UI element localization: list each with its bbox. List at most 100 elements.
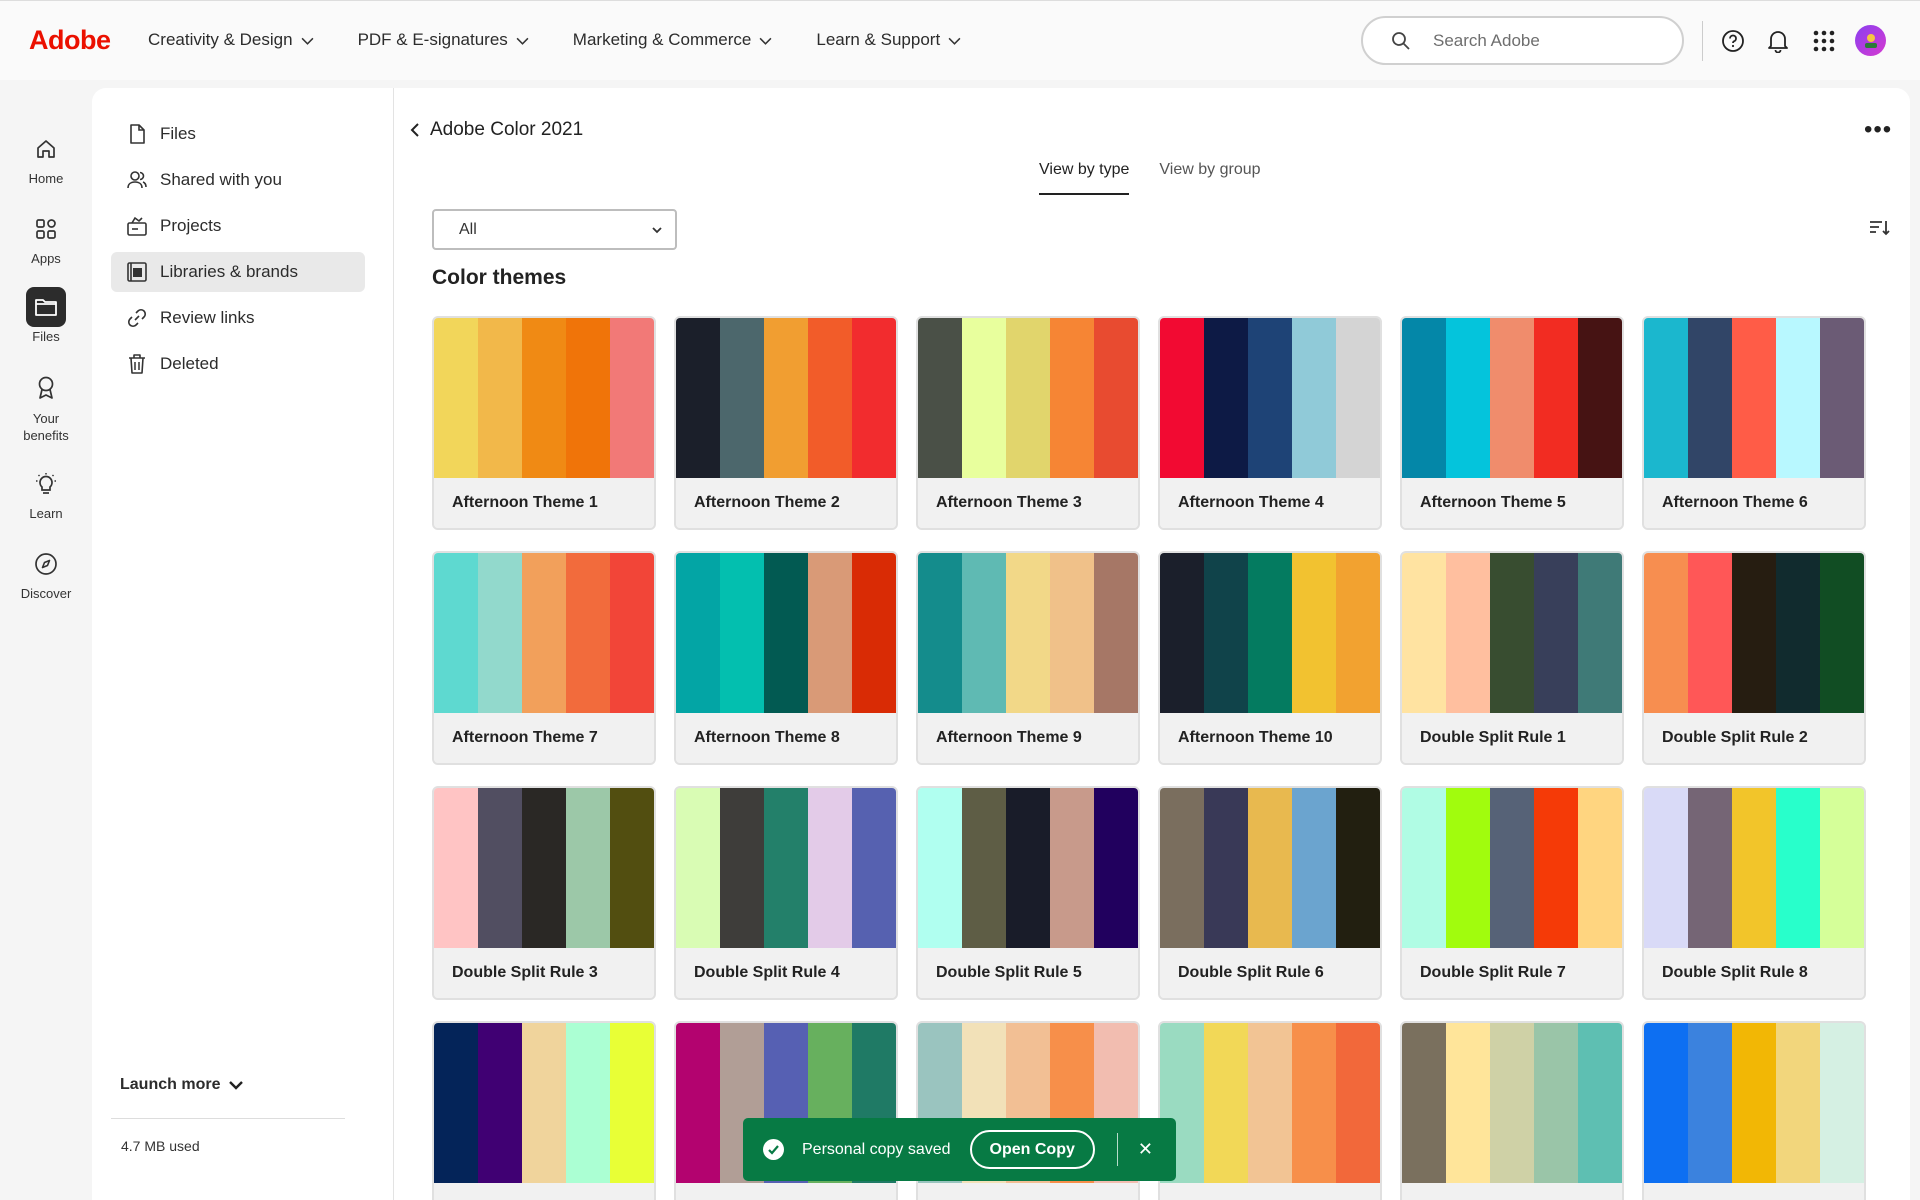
app-grid-icon[interactable] — [1811, 28, 1837, 54]
avatar[interactable] — [1855, 25, 1886, 56]
help-icon[interactable] — [1720, 28, 1746, 54]
rail-files[interactable]: Files — [0, 287, 92, 344]
theme-card[interactable]: Double Split Rule 7 — [1400, 786, 1624, 1000]
color-swatch — [1402, 553, 1446, 713]
color-swatch — [676, 318, 720, 478]
theme-name: Afternoon Theme 8 — [676, 713, 896, 763]
close-icon[interactable]: ✕ — [1138, 1139, 1153, 1160]
color-swatch — [1820, 788, 1864, 948]
theme-name: Afternoon Theme 2 — [676, 478, 896, 528]
open-copy-button[interactable]: Open Copy — [969, 1130, 1095, 1169]
theme-name: Double Split Rule 6 — [1160, 948, 1380, 998]
rail-learn[interactable]: Learn — [0, 464, 92, 521]
sidebar-item-files[interactable]: Files — [111, 114, 365, 154]
color-swatch — [1292, 1023, 1336, 1183]
nav-label: Marketing & Commerce — [572, 30, 752, 49]
theme-swatches — [1160, 788, 1380, 948]
color-swatch — [808, 553, 852, 713]
more-options-icon[interactable]: ••• — [1864, 116, 1892, 144]
theme-card[interactable]: Afternoon Theme 8 — [674, 551, 898, 765]
color-swatch — [1490, 788, 1534, 948]
theme-card[interactable] — [1642, 1021, 1866, 1200]
search-input[interactable] — [1433, 30, 1653, 51]
launch-more-button[interactable]: Launch more — [120, 1076, 244, 1094]
sidebar-item-review-links[interactable]: Review links — [111, 298, 365, 338]
rail-apps[interactable]: Apps — [0, 209, 92, 266]
theme-swatches — [434, 318, 654, 478]
color-swatch — [522, 788, 566, 948]
theme-swatches — [434, 788, 654, 948]
chevron-down-icon — [229, 1081, 244, 1090]
theme-card[interactable] — [1400, 1021, 1624, 1200]
sidebar-item-libraries[interactable]: Libraries & brands — [111, 252, 365, 292]
filter-dropdown[interactable]: All — [432, 209, 677, 250]
theme-card[interactable]: Afternoon Theme 4 — [1158, 316, 1382, 530]
color-swatch — [522, 318, 566, 478]
sidebar-item-shared[interactable]: Shared with you — [111, 160, 365, 200]
color-swatch — [676, 553, 720, 713]
color-swatch — [720, 553, 764, 713]
theme-card[interactable]: Afternoon Theme 10 — [1158, 551, 1382, 765]
nav-learn-support[interactable]: Learn & Support — [816, 30, 961, 50]
theme-card[interactable]: Afternoon Theme 2 — [674, 316, 898, 530]
color-swatch — [962, 788, 1006, 948]
color-swatch — [852, 553, 896, 713]
rail-label: Home — [28, 171, 64, 186]
file-icon — [130, 124, 145, 144]
color-swatch — [1534, 318, 1578, 478]
bell-icon[interactable] — [1765, 28, 1791, 54]
theme-card[interactable]: Afternoon Theme 3 — [916, 316, 1140, 530]
tab-view-by-type[interactable]: View by type — [1039, 161, 1130, 195]
theme-card[interactable] — [432, 1021, 656, 1200]
color-swatch — [764, 788, 808, 948]
theme-card[interactable]: Double Split Rule 4 — [674, 786, 898, 1000]
theme-name: Double Split Rule 4 — [676, 948, 896, 998]
theme-name: Afternoon Theme 9 — [918, 713, 1138, 763]
nav-marketing-commerce[interactable]: Marketing & Commerce — [573, 30, 773, 50]
main-menu: Creativity & Design PDF & E-signatures M… — [148, 30, 961, 50]
color-swatch — [1336, 318, 1380, 478]
nav-creativity-design[interactable]: Creativity & Design — [148, 30, 314, 50]
theme-card[interactable]: Double Split Rule 6 — [1158, 786, 1382, 1000]
color-swatch — [1644, 318, 1688, 478]
color-swatch — [1490, 318, 1534, 478]
color-swatch — [1732, 788, 1776, 948]
rail-home[interactable]: Home — [0, 129, 92, 186]
theme-card[interactable]: Afternoon Theme 9 — [916, 551, 1140, 765]
theme-card[interactable]: Afternoon Theme 7 — [432, 551, 656, 765]
theme-name — [1160, 1183, 1380, 1200]
color-swatch — [1820, 553, 1864, 713]
theme-card[interactable]: Afternoon Theme 1 — [432, 316, 656, 530]
theme-card[interactable]: Afternoon Theme 6 — [1642, 316, 1866, 530]
sidebar-item-label: Libraries & brands — [160, 262, 298, 281]
theme-card[interactable]: Afternoon Theme 5 — [1400, 316, 1624, 530]
toast-notification: Personal copy saved Open Copy ✕ — [743, 1118, 1176, 1181]
sidebar-item-deleted[interactable]: Deleted — [111, 344, 365, 384]
theme-card[interactable]: Double Split Rule 5 — [916, 786, 1140, 1000]
breadcrumb[interactable]: Adobe Color 2021 — [410, 119, 583, 141]
search-box[interactable] — [1361, 16, 1684, 65]
folder-icon — [26, 287, 66, 327]
sidebar-item-projects[interactable]: Projects — [111, 206, 365, 246]
color-swatch — [1688, 1023, 1732, 1183]
color-swatch — [1578, 553, 1622, 713]
rail-discover[interactable]: Discover — [0, 544, 92, 601]
files-sidebar: Files Shared with you Projects Libraries… — [92, 88, 394, 1200]
theme-card[interactable]: Double Split Rule 2 — [1642, 551, 1866, 765]
nav-pdf-esignatures[interactable]: PDF & E-signatures — [358, 30, 529, 50]
theme-card[interactable] — [1158, 1021, 1382, 1200]
theme-card[interactable]: Double Split Rule 8 — [1642, 786, 1866, 1000]
color-swatch — [1776, 318, 1820, 478]
color-swatch — [1336, 553, 1380, 713]
tab-view-by-group[interactable]: View by group — [1159, 161, 1260, 195]
launch-more-label: Launch more — [120, 1076, 221, 1093]
rail-benefits[interactable]: Your benefits — [0, 368, 92, 444]
adobe-logo[interactable]: Adobe — [29, 25, 111, 56]
theme-swatches — [1402, 788, 1622, 948]
user-avatar-icon — [1864, 33, 1877, 48]
theme-name — [1644, 1183, 1864, 1200]
color-swatch — [1248, 553, 1292, 713]
theme-card[interactable]: Double Split Rule 3 — [432, 786, 656, 1000]
theme-card[interactable]: Double Split Rule 1 — [1400, 551, 1624, 765]
sort-icon[interactable] — [1867, 216, 1891, 240]
